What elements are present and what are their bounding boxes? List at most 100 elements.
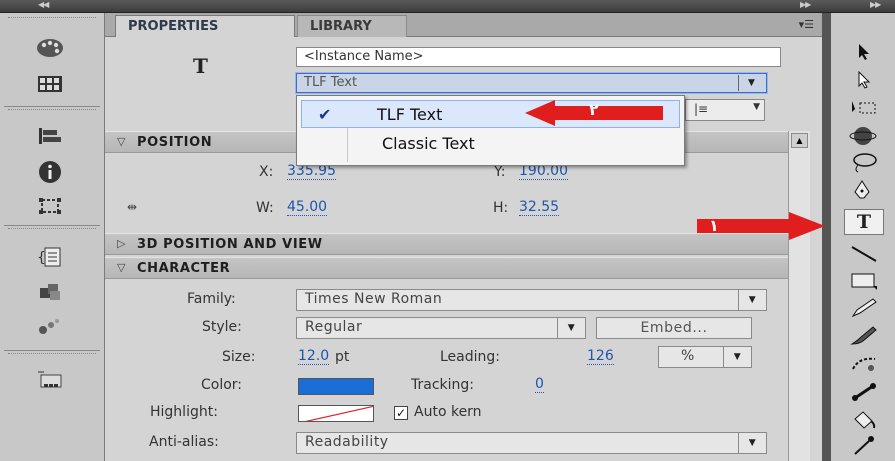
left-panel-strip: { (0, 13, 105, 461)
leading-value[interactable]: 126 (587, 349, 614, 365)
components-icon[interactable] (28, 279, 72, 305)
tab-properties[interactable]: PROPERTIES (115, 15, 295, 37)
paint-bucket-icon[interactable] (844, 407, 884, 433)
strip-divider-2 (4, 225, 100, 226)
highlight-label: Highlight: (150, 404, 218, 420)
leading-unit-select[interactable]: % ▼ (658, 346, 752, 368)
line-tool-icon[interactable] (844, 241, 884, 267)
section-character[interactable]: ▽ CHARACTER (105, 257, 800, 279)
section-title: 3D POSITION AND VIEW (137, 237, 323, 252)
grid-icon[interactable] (28, 71, 72, 97)
expand-panel-icon[interactable]: ▶▶ (800, 0, 811, 9)
expand-tools-icon[interactable]: ▶▶ (870, 0, 881, 9)
family-label: Family: (187, 291, 236, 307)
h-value[interactable]: 32.55 (519, 200, 560, 216)
text-type-symbol: T (193, 54, 208, 78)
size-unit: pt (335, 349, 350, 365)
embed-button[interactable]: Embed... (596, 317, 752, 339)
size-label: Size: (222, 349, 256, 365)
lasso-icon[interactable] (844, 150, 884, 176)
3d-rotation-icon[interactable] (844, 123, 884, 149)
section-title: POSITION (137, 135, 213, 150)
top-bar: ◀◀ ▶▶ ▶▶ (0, 0, 895, 13)
code-snippet-icon[interactable]: { (28, 244, 72, 270)
collapse-triangle-icon: ▽ (117, 135, 127, 148)
section-title: CHARACTER (137, 261, 231, 276)
checkmark-icon: ✔ (318, 105, 332, 124)
pen-tool-icon[interactable] (844, 178, 884, 204)
h-label: H: (493, 200, 509, 216)
transform-icon[interactable] (28, 193, 72, 219)
style-label: Style: (202, 319, 242, 335)
font-style-select[interactable]: Regular ▼ (296, 317, 586, 339)
deco-tool-icon[interactable] (844, 351, 884, 377)
lock-proportions-icon[interactable]: ⇹ (127, 200, 137, 214)
strip-grip[interactable] (8, 17, 96, 20)
info-icon[interactable] (28, 159, 72, 185)
chevron-down-icon: ▼ (557, 318, 585, 338)
anti-alias-value: Readability (305, 434, 389, 450)
tracking-value[interactable]: 0 (535, 377, 544, 393)
font-family-value: Times New Roman (305, 291, 443, 307)
w-value[interactable]: 45.00 (287, 200, 328, 216)
section-3d-position[interactable]: ▷ 3D POSITION AND VIEW (105, 233, 800, 255)
free-transform-icon[interactable] (844, 95, 884, 121)
subselection-tool-icon[interactable] (844, 67, 884, 93)
text-engine-select[interactable]: TLF Text ▼ (296, 73, 767, 93)
x-label: X: (259, 164, 274, 180)
bone-tool-icon[interactable] (844, 379, 884, 405)
strip-grip-3[interactable] (8, 228, 96, 231)
project-icon[interactable] (28, 367, 72, 393)
color-swatches-icon[interactable] (28, 35, 72, 61)
chevron-down-icon: ▼ (738, 290, 766, 310)
dropdown-option-classic-text[interactable]: Classic Text (301, 130, 680, 158)
text-color-swatch[interactable] (298, 378, 374, 395)
size-value[interactable]: 12.0 (298, 349, 330, 365)
option-label: Classic Text (382, 134, 475, 153)
brush-tool-icon[interactable] (844, 323, 884, 349)
chevron-down-icon: ▼ (753, 102, 760, 112)
w-label: W: (256, 200, 274, 216)
leading-label: Leading: (440, 349, 500, 365)
pencil-tool-icon[interactable] (844, 295, 884, 321)
panel-menu-icon[interactable]: ▾☰ (799, 18, 814, 31)
tools-panel: T (822, 13, 895, 461)
text-tool-icon[interactable]: T (844, 209, 884, 235)
anti-alias-label: Anti-alias: (149, 434, 219, 450)
strip-divider (4, 106, 100, 107)
color-label: Color: (201, 377, 243, 393)
strip-divider-3 (4, 350, 100, 351)
collapse-left-icon[interactable]: ◀◀ (38, 0, 49, 9)
tab-library[interactable]: LIBRARY (297, 15, 407, 37)
y-value[interactable]: 190.00 (519, 164, 568, 180)
rectangle-tool-icon[interactable] (844, 268, 884, 294)
orientation-select[interactable]: |≡ ▼ (685, 99, 765, 121)
strip-grip-4[interactable] (8, 353, 96, 356)
x-value[interactable]: 335.95 (287, 164, 336, 180)
font-family-select[interactable]: Times New Roman ▼ (296, 289, 767, 311)
y-label: Y: (494, 164, 506, 180)
annotation-label-1: ١ (709, 216, 719, 235)
instance-name-input[interactable]: <Instance Name> (296, 47, 781, 67)
chevron-down-icon: ▼ (738, 75, 764, 91)
selection-tool-icon[interactable] (844, 39, 884, 65)
panel-tab-row: PROPERTIES LIBRARY ▾☰ (105, 13, 822, 37)
chevron-down-icon: ▼ (723, 347, 751, 367)
align-icon[interactable] (28, 123, 72, 149)
auto-kern-checkbox[interactable]: ✓ (394, 406, 408, 420)
scroll-up-icon[interactable]: ▲ (791, 133, 808, 148)
eyedropper-icon[interactable] (844, 433, 884, 459)
motion-presets-icon[interactable] (28, 313, 72, 339)
text-engine-value: TLF Text (304, 75, 358, 90)
properties-panel: PROPERTIES LIBRARY ▾☰ T <Instance Name> … (105, 13, 825, 461)
annotation-label-2: ٢ (589, 100, 599, 119)
collapse-triangle-icon: ▽ (117, 261, 127, 274)
leading-unit-value: % (681, 348, 695, 364)
auto-kern-label: Auto kern (414, 404, 482, 420)
expand-triangle-icon: ▷ (117, 237, 127, 250)
highlight-color-swatch[interactable] (298, 405, 374, 422)
anti-alias-select[interactable]: Readability ▼ (296, 432, 767, 454)
strip-grip-2[interactable] (8, 109, 96, 112)
panel-scrollbar[interactable]: ▲ (788, 131, 810, 461)
font-style-value: Regular (305, 319, 363, 335)
